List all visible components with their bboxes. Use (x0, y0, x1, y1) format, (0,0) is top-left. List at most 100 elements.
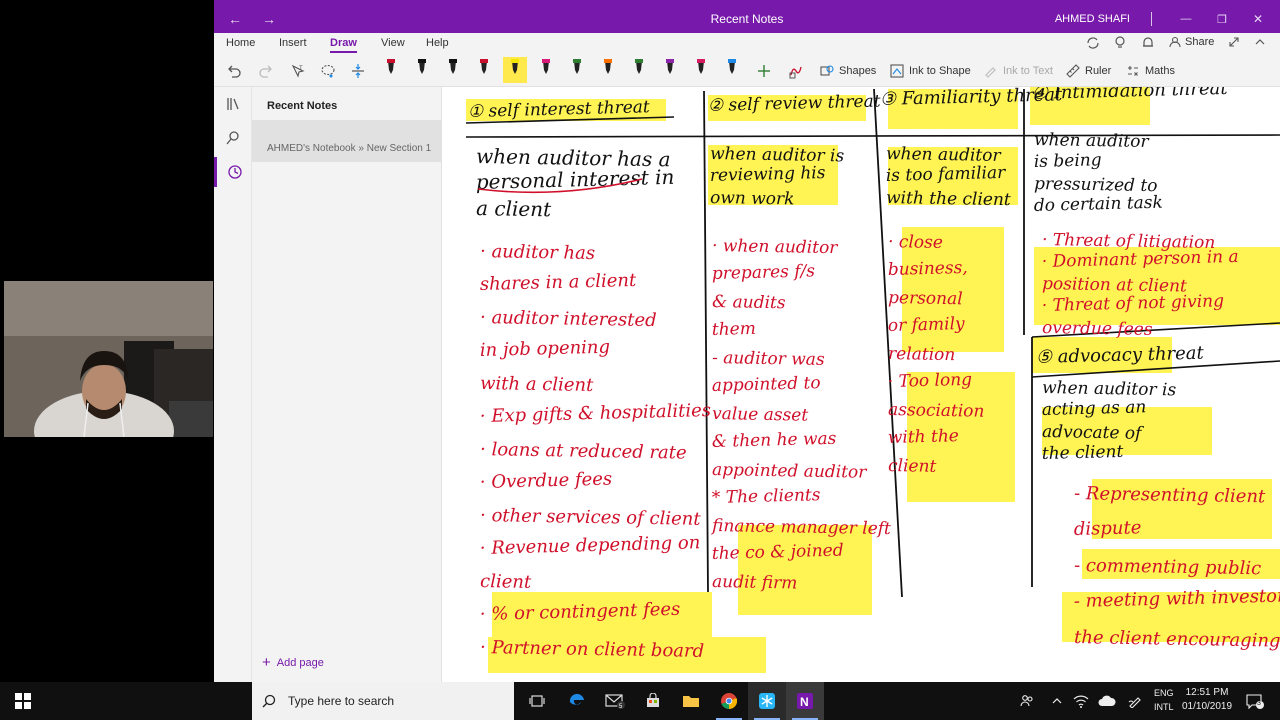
tab-home[interactable]: Home (226, 37, 255, 49)
bullet-text: in job opening (480, 337, 611, 361)
edge-browser-icon[interactable] (558, 682, 596, 720)
back-button[interactable]: ← (220, 5, 250, 33)
wifi-icon[interactable] (1070, 682, 1092, 720)
mail-icon[interactable]: 5 (596, 682, 634, 720)
minimize-button[interactable]: — (1168, 5, 1204, 33)
bell-icon[interactable] (1142, 36, 1154, 50)
expand-icon[interactable] (1228, 36, 1240, 48)
notebooks-icon[interactable] (214, 89, 252, 119)
pen-10[interactable] (662, 57, 678, 83)
redo-icon[interactable] (256, 61, 276, 81)
chevron-up-icon[interactable] (1046, 682, 1068, 720)
store-icon[interactable] (634, 682, 672, 720)
tab-insert[interactable]: Insert (279, 37, 307, 49)
bullet-text: client (888, 456, 937, 477)
maximize-button[interactable]: ❐ (1204, 5, 1240, 33)
ribbon-options-icon[interactable] (1254, 36, 1266, 48)
clock-time: 12:51 PM (1185, 687, 1229, 698)
ink-to-shape-button[interactable]: Ink to Shape (890, 64, 971, 78)
lang-layout: INTL (1154, 702, 1174, 712)
tab-draw[interactable]: Draw (330, 37, 357, 53)
bullet-text: - commenting public (1074, 555, 1262, 579)
note-canvas[interactable]: ① self interest threat ② self review thre… (442, 87, 1280, 682)
pen-4[interactable] (476, 57, 492, 83)
definition-text: acting as an (1042, 397, 1147, 420)
text-select-icon[interactable]: T (288, 61, 308, 81)
sync-icon[interactable] (1086, 36, 1100, 50)
pen-5[interactable] (503, 57, 527, 83)
page-path: AHMED's Notebook » New Section 1 (267, 143, 432, 154)
pen-6[interactable] (538, 57, 554, 83)
onenote-app-icon[interactable]: N (786, 682, 824, 720)
close-button[interactable]: ✕ (1240, 5, 1276, 33)
definition-text: do certain task (1034, 193, 1163, 216)
definition-text: when auditor is (1042, 378, 1177, 400)
bullet-text: client (480, 571, 532, 593)
pen-workspace-icon[interactable] (1124, 682, 1146, 720)
tab-help[interactable]: Help (426, 37, 449, 49)
bullet-text: business, (888, 258, 968, 280)
pen-9[interactable] (631, 57, 647, 83)
pen-11[interactable] (693, 57, 709, 83)
add-pen-icon[interactable] (754, 61, 774, 81)
onedrive-icon[interactable] (1096, 682, 1118, 720)
pen-7[interactable] (569, 57, 585, 83)
share-button[interactable]: Share (1169, 36, 1214, 48)
task-view-icon[interactable] (518, 682, 556, 720)
definition-text: own work (710, 188, 795, 209)
ruler-icon (1066, 64, 1080, 78)
bullet-text: association (888, 400, 985, 422)
notifications-icon[interactable]: 3 (1240, 682, 1270, 720)
pen-3[interactable] (445, 57, 461, 83)
lang-code: ENG (1154, 688, 1174, 698)
search-icon[interactable] (214, 123, 252, 153)
column-header: ⑤ advocacy threat (1036, 343, 1205, 368)
plus-icon: + (262, 654, 271, 671)
pen-1[interactable] (383, 57, 399, 83)
ink-to-text-button[interactable]: Ink to Text (984, 64, 1053, 78)
definition-text: when auditor (1034, 130, 1150, 152)
bullet-text: · close (888, 232, 943, 253)
tab-view[interactable]: View (381, 37, 405, 49)
share-label: Share (1185, 36, 1215, 48)
ink-replay-icon[interactable] (786, 61, 806, 81)
user-name[interactable]: AHMED SHAFI (1055, 5, 1130, 33)
bullet-text: · Too long (888, 370, 973, 392)
add-page-button[interactable]: + Add page (262, 654, 324, 671)
pen-2[interactable] (414, 57, 430, 83)
input-language[interactable]: ENG INTL (1154, 686, 1174, 714)
chrome-icon[interactable] (710, 682, 748, 720)
pen-8[interactable] (600, 57, 616, 83)
maths-button[interactable]: Maths (1126, 64, 1175, 78)
bullet-text: · Overdue fees (480, 469, 613, 493)
bullet-text: audit firm (712, 572, 798, 593)
shapes-button[interactable]: Shapes (820, 64, 876, 78)
item-highlight (738, 525, 872, 615)
person-icon (1169, 36, 1181, 48)
bullet-text: with a client (480, 373, 594, 396)
lightbulb-icon[interactable] (1114, 36, 1126, 50)
ink-layer: ① self interest threat ② self review thre… (465, 87, 1280, 673)
ruler-label: Ruler (1085, 65, 1112, 77)
page-list-item[interactable]: AHMED's Notebook » New Section 1 (252, 120, 442, 162)
definition-text: the client (1042, 442, 1124, 464)
navigation-rail (214, 87, 252, 682)
add-page-label: Add page (276, 656, 324, 669)
add-space-icon[interactable] (348, 61, 368, 81)
bullet-text: · when auditor (712, 236, 839, 258)
people-icon[interactable] (1016, 682, 1038, 720)
recent-notes-icon[interactable] (214, 157, 252, 187)
snowflake-app-icon[interactable] (748, 682, 786, 720)
undo-icon[interactable] (224, 61, 244, 81)
lasso-select-icon[interactable] (318, 61, 338, 81)
start-button[interactable] (0, 682, 46, 720)
forward-button[interactable]: → (254, 5, 284, 33)
file-explorer-icon[interactable] (672, 682, 710, 720)
pen-12[interactable] (724, 57, 740, 83)
bullet-text: · Exp gifts & hospitalities (480, 400, 712, 427)
titlebar-separator (1151, 12, 1152, 26)
taskbar-search[interactable]: Type here to search (252, 682, 514, 720)
system-clock[interactable]: 12:51 PM 01/10/2019 (1182, 686, 1232, 714)
bullet-text: finance manager left (710, 516, 891, 539)
ruler-button[interactable]: Ruler (1066, 64, 1111, 78)
